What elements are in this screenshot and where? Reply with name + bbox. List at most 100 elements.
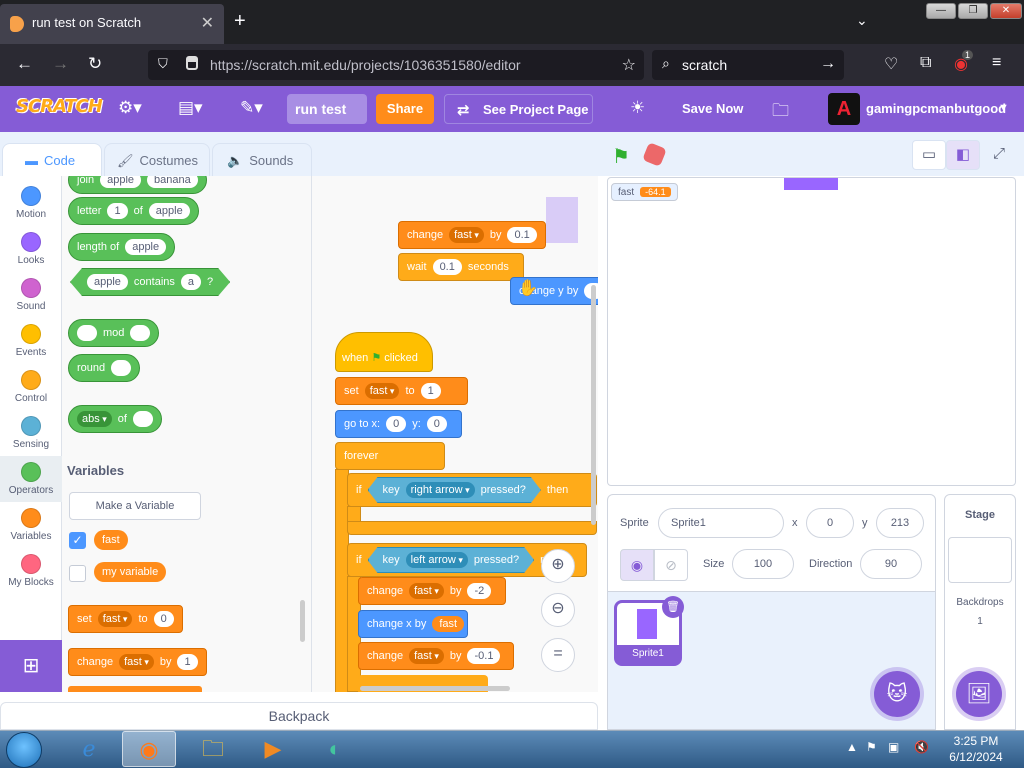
mod-input-a[interactable]: [77, 325, 97, 341]
tab-costumes[interactable]: 🖌 Costumes: [104, 143, 210, 177]
change-value-input[interactable]: -0.1: [467, 648, 501, 664]
wait-block[interactable]: wait 0.1 seconds: [398, 253, 524, 281]
forward-icon[interactable]: →: [52, 54, 69, 74]
zoom-out-icon[interactable]: ⊖: [541, 593, 575, 627]
letter-string-input[interactable]: apple: [148, 203, 190, 219]
direction-input[interactable]: 90: [860, 549, 922, 579]
username[interactable]: gamingpcmanbutgood: [866, 101, 1006, 116]
wait-seconds-input[interactable]: 0.1: [432, 259, 462, 275]
key-dropdown[interactable]: left arrow: [406, 552, 468, 568]
variable-dropdown[interactable]: fast: [409, 583, 444, 599]
change-fast-block[interactable]: change fastby 0.1: [398, 221, 546, 249]
pocket-icon[interactable]: ♡: [884, 54, 898, 74]
change-value-input[interactable]: 0.1: [507, 227, 537, 243]
minimize-window-button[interactable]: —: [926, 3, 956, 19]
bookmark-star-icon[interactable]: ☆: [622, 55, 636, 75]
variable-dropdown[interactable]: fast: [119, 654, 154, 670]
hide-sprite-eye-icon[interactable]: ⊘: [654, 549, 688, 581]
start-button-icon[interactable]: [6, 732, 42, 768]
edit-menu-icon[interactable]: ✎▾: [240, 98, 263, 118]
change-variable-block[interactable]: change fastby 1: [68, 648, 207, 676]
url-bar[interactable]: ⛉ https://scratch.mit.edu/projects/10363…: [148, 50, 644, 80]
script-vertical-scrollbar[interactable]: [591, 285, 596, 525]
set-fast-block[interactable]: setfastto 1: [335, 377, 468, 405]
category-my-blocks[interactable]: My Blocks: [0, 548, 62, 594]
mod-input-b[interactable]: [130, 325, 151, 341]
category-sensing[interactable]: Sensing: [0, 410, 62, 456]
see-project-page-button[interactable]: ⇄ See Project Page: [444, 94, 593, 124]
file-explorer-icon[interactable]: 🗀: [186, 731, 240, 767]
backpack-bar[interactable]: Backpack: [0, 702, 598, 730]
variable-dropdown[interactable]: fast: [97, 611, 133, 627]
script-horizontal-scrollbar[interactable]: [360, 686, 510, 691]
fast-variable-reporter[interactable]: fast: [94, 530, 128, 550]
green-flag-icon[interactable]: ⚑: [612, 144, 630, 169]
variable-dropdown[interactable]: fast: [364, 383, 400, 399]
settings-gear-icon[interactable]: ⚙▾: [118, 98, 142, 118]
category-events[interactable]: Events: [0, 318, 62, 364]
go-to-xy-block[interactable]: go to x: 0 y: 0: [335, 410, 462, 438]
palette-scrollbar[interactable]: [300, 600, 305, 642]
sprite-name-input[interactable]: Sprite1: [658, 508, 784, 538]
list-tabs-chevron-icon[interactable]: ⌄: [856, 12, 868, 29]
set-value-input[interactable]: 0: [153, 611, 174, 627]
zoom-in-icon[interactable]: ⊕: [541, 549, 575, 583]
category-sound[interactable]: Sound: [0, 272, 62, 318]
my-variable-reporter[interactable]: my variable: [94, 562, 167, 582]
zoom-reset-icon[interactable]: =: [541, 638, 575, 672]
math-function-dropdown[interactable]: abs: [77, 411, 112, 427]
when-flag-clicked-block[interactable]: when ⚑ clicked: [335, 332, 433, 372]
fast-monitor-checkbox[interactable]: ✓: [69, 532, 86, 549]
tutorials-bulb-icon[interactable]: ☀: [630, 98, 645, 118]
y-position-input[interactable]: 213: [876, 508, 924, 538]
contains-target-input[interactable]: a: [181, 274, 201, 290]
mod-block[interactable]: mod: [68, 319, 160, 347]
maximize-window-button[interactable]: ❐: [958, 3, 988, 19]
key-dropdown[interactable]: right arrow: [406, 482, 475, 498]
category-control[interactable]: Control: [0, 364, 62, 410]
url-text[interactable]: https://scratch.mit.edu/projects/1036351…: [210, 57, 521, 73]
show-sprite-eye-icon[interactable]: ◉: [620, 549, 654, 581]
category-looks[interactable]: Looks: [0, 226, 62, 272]
tracking-shield-icon[interactable]: ⛉: [158, 56, 168, 72]
search-go-icon[interactable]: →: [820, 55, 836, 73]
browser-tab[interactable]: run test on Scratch ✕: [0, 4, 224, 44]
network-tray-icon[interactable]: ▣: [888, 740, 899, 754]
scratch-logo[interactable]: SCRATCH: [16, 96, 103, 117]
close-tab-icon[interactable]: ✕: [201, 13, 214, 33]
fast-variable-monitor[interactable]: fast -64.1: [611, 183, 678, 201]
set-variable-block[interactable]: setfastto 0: [68, 605, 183, 633]
change-x-block[interactable]: change x by fast: [358, 610, 468, 638]
back-icon[interactable]: ←: [16, 54, 33, 74]
add-extension-button[interactable]: ⊞: [0, 640, 62, 692]
forever-block[interactable]: forever: [335, 442, 445, 470]
taskbar-clock[interactable]: 3:25 PM 6/12/2024: [946, 733, 1006, 765]
if-right-arrow-block[interactable]: if key right arrow pressed? then: [347, 473, 597, 507]
change-fast-by-neg2-block[interactable]: change fastby -2: [358, 577, 506, 605]
round-input[interactable]: [111, 360, 132, 376]
key-pressed-block[interactable]: key right arrow pressed?: [368, 477, 541, 503]
flag-tray-icon[interactable]: ⚑: [866, 740, 877, 754]
category-motion[interactable]: Motion: [0, 180, 62, 226]
contains-block[interactable]: apple contains a?: [70, 268, 230, 296]
large-stage-icon[interactable]: ◧: [946, 140, 980, 170]
make-variable-button[interactable]: Make a Variable: [69, 492, 201, 520]
firefox-icon[interactable]: ◉: [122, 731, 176, 767]
sprite-on-stage[interactable]: [784, 178, 838, 190]
round-block[interactable]: round: [68, 354, 141, 382]
category-operators[interactable]: Operators: [0, 456, 62, 502]
join-block[interactable]: join apple banana: [68, 176, 207, 194]
internet-explorer-icon[interactable]: ℯ: [62, 731, 116, 767]
my-stuff-folder-icon[interactable]: 🗀: [772, 98, 789, 127]
change-fast-by-neg01-block[interactable]: change fastby -0.1: [358, 642, 514, 670]
lock-icon[interactable]: [186, 56, 198, 70]
avatar[interactable]: A: [828, 93, 860, 125]
project-title-input[interactable]: run test: [287, 94, 367, 124]
fast-reporter[interactable]: fast: [432, 616, 465, 632]
media-player-icon[interactable]: ▶: [246, 731, 300, 767]
account-chevron-down-icon[interactable]: ▼: [998, 102, 1009, 114]
volume-muted-icon[interactable]: 🔇: [914, 740, 929, 754]
key-pressed-block[interactable]: key left arrow pressed?: [368, 547, 535, 573]
size-input[interactable]: 100: [732, 549, 794, 579]
change-value-input[interactable]: 1: [177, 654, 198, 670]
